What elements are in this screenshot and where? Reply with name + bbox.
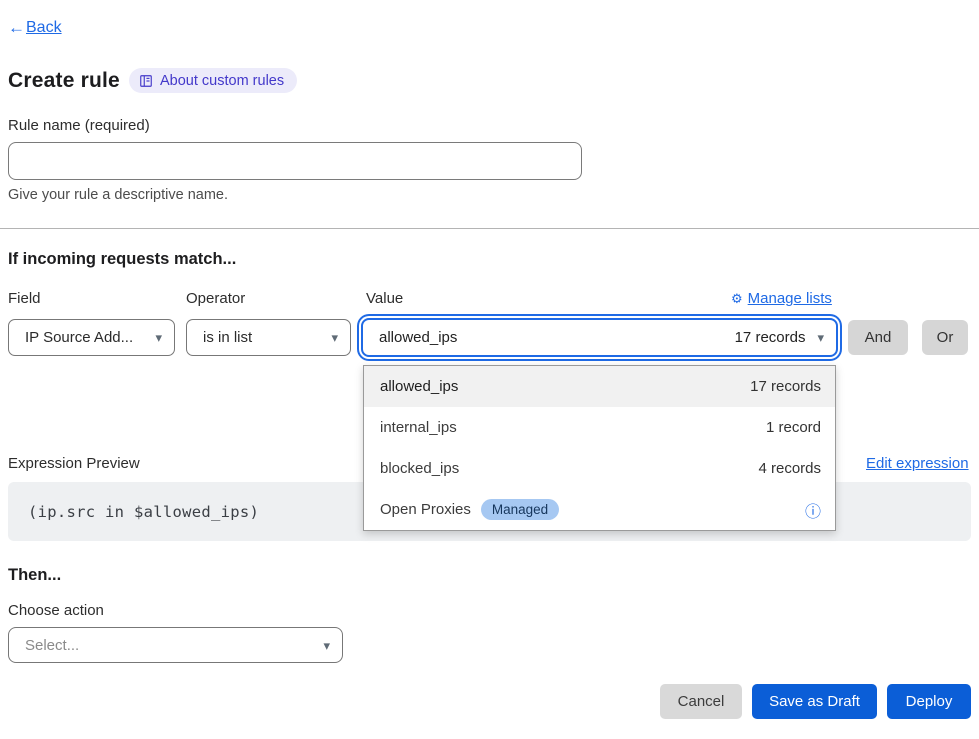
list-name: Open Proxies <box>380 501 471 518</box>
info-icon[interactable]: ⓘ <box>805 498 821 522</box>
list-record-count: 1 record <box>766 419 821 436</box>
chevron-down-icon: ▾ <box>331 331 338 344</box>
value-label: Value <box>366 290 403 307</box>
list-record-count: 17 records <box>750 378 821 395</box>
back-link[interactable]: ←Back <box>8 18 62 38</box>
edit-expression-link[interactable]: Edit expression <box>866 455 969 472</box>
book-icon <box>139 74 153 88</box>
or-button[interactable]: Or <box>922 320 968 355</box>
value-select[interactable]: allowed_ips 17 records ▾ <box>361 318 838 357</box>
list-name: allowed_ips <box>380 378 458 395</box>
list-item-internal-ips[interactable]: internal_ips 1 record <box>364 407 835 448</box>
create-rule-page: ←Back Create rule About custom rules Rul… <box>0 0 979 739</box>
match-section-heading: If incoming requests match... <box>8 250 236 269</box>
list-name: internal_ips <box>380 419 457 436</box>
action-select-placeholder: Select... <box>25 637 79 654</box>
deploy-button[interactable]: Deploy <box>887 684 971 719</box>
value-select-record-count: 17 records <box>735 329 806 346</box>
cancel-button[interactable]: Cancel <box>660 684 742 719</box>
lists-dropdown: allowed_ips 17 records internal_ips 1 re… <box>363 365 836 531</box>
operator-select[interactable]: is in list ▾ <box>186 319 351 356</box>
then-section-heading: Then... <box>8 566 61 585</box>
about-badge-label: About custom rules <box>160 73 284 89</box>
chevron-down-icon: ▾ <box>817 331 824 344</box>
manage-lists-label: Manage lists <box>748 290 832 307</box>
about-custom-rules-badge[interactable]: About custom rules <box>129 68 297 93</box>
operator-label: Operator <box>186 290 245 307</box>
action-select[interactable]: Select... ▾ <box>8 627 343 663</box>
field-select[interactable]: IP Source Add... ▾ <box>8 319 175 356</box>
field-select-value: IP Source Add... <box>25 329 133 346</box>
value-select-value: allowed_ips <box>379 329 457 346</box>
section-divider <box>0 228 979 229</box>
back-arrow-icon: ← <box>8 18 25 38</box>
choose-action-label: Choose action <box>8 602 104 619</box>
rule-name-input[interactable] <box>8 142 582 180</box>
gear-icon: ⚙ <box>731 291 743 307</box>
expression-preview-label: Expression Preview <box>8 455 140 472</box>
save-as-draft-button[interactable]: Save as Draft <box>752 684 877 719</box>
and-button[interactable]: And <box>848 320 908 355</box>
operator-select-value: is in list <box>203 329 252 346</box>
list-item-open-proxies[interactable]: Open Proxies Managed ⓘ <box>364 489 835 530</box>
page-title: Create rule <box>8 69 120 93</box>
list-item-allowed-ips[interactable]: allowed_ips 17 records <box>364 366 835 407</box>
manage-lists-link[interactable]: ⚙ Manage lists <box>731 290 832 307</box>
list-item-blocked-ips[interactable]: blocked_ips 4 records <box>364 448 835 489</box>
expression-code: (ip.src in $allowed_ips) <box>28 503 259 521</box>
field-label: Field <box>8 290 41 307</box>
list-name: blocked_ips <box>380 460 459 477</box>
chevron-down-icon: ▾ <box>155 331 162 344</box>
list-record-count: 4 records <box>758 460 821 477</box>
back-label: Back <box>26 19 62 37</box>
rule-name-helper-text: Give your rule a descriptive name. <box>8 187 228 203</box>
rule-name-label: Rule name (required) <box>8 117 150 134</box>
chevron-down-icon: ▾ <box>323 639 330 652</box>
managed-badge: Managed <box>481 499 559 520</box>
